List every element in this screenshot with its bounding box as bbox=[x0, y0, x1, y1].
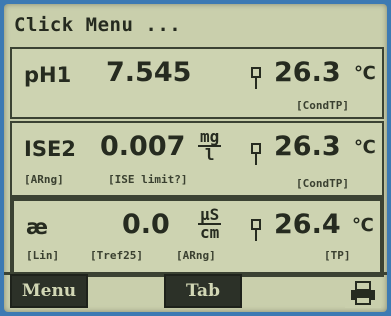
temperature-unit: ℃ bbox=[354, 137, 376, 158]
temperature-unit: ℃ bbox=[354, 63, 376, 84]
temperature-unit: ℃ bbox=[352, 215, 374, 236]
channel-panel-ise2[interactable]: ISE2 0.007 mg l 26.3 ℃ [ARng] [ISE limit… bbox=[10, 121, 384, 197]
menu-softkey[interactable]: Menu bbox=[10, 274, 88, 308]
temp-source-note: [CondTP] bbox=[296, 99, 349, 112]
print-softkey[interactable] bbox=[345, 278, 381, 308]
softkey-bar: Menu Tab bbox=[4, 270, 387, 312]
print-icon bbox=[351, 281, 375, 305]
channel-name: ISE2 bbox=[24, 137, 76, 161]
measurement-value: 0.0 bbox=[122, 209, 170, 240]
lcd-screen: Click Menu... pH1 7.545 26.3 ℃ [CondTP] … bbox=[4, 4, 387, 312]
temperature-value: 26.4 bbox=[274, 209, 341, 240]
channel-name: pH1 bbox=[24, 63, 72, 87]
temperature-probe-icon bbox=[251, 219, 261, 241]
temp-source-note: [TP] bbox=[324, 249, 351, 262]
channel-name: æ bbox=[26, 215, 49, 239]
channel-panel-ph1[interactable]: pH1 7.545 26.3 ℃ [CondTP] bbox=[10, 47, 384, 119]
temperature-probe-icon bbox=[251, 67, 261, 89]
tab-softkey[interactable]: Tab bbox=[164, 274, 242, 308]
measurement-value: 0.007 bbox=[100, 131, 186, 162]
unit-denominator: cm bbox=[200, 223, 220, 242]
linearity-note: [Lin] bbox=[26, 249, 60, 262]
measurement-unit: mg l bbox=[198, 129, 222, 164]
menu-hint: Click Menu bbox=[14, 14, 134, 36]
screen-title: Click Menu... bbox=[14, 14, 181, 36]
unit-denominator: l bbox=[204, 145, 215, 164]
channel-panel-conductivity[interactable]: æ 0.0 μS cm 26.4 ℃ [Lin] [Tref25] [ARng]… bbox=[10, 197, 384, 277]
temp-source-note: [CondTP] bbox=[296, 177, 349, 190]
measurement-value: 7.545 bbox=[106, 57, 192, 88]
title-dots: ... bbox=[145, 14, 182, 36]
temperature-probe-icon bbox=[251, 143, 261, 165]
range-note: [ARng] bbox=[24, 173, 64, 186]
measurement-unit: μS cm bbox=[198, 207, 222, 242]
limit-note: [ISE limit?] bbox=[108, 173, 188, 186]
temperature-value: 26.3 bbox=[274, 57, 341, 88]
range-note: [ARng] bbox=[176, 249, 216, 262]
tref-note: [Tref25] bbox=[90, 249, 143, 262]
temperature-value: 26.3 bbox=[274, 131, 341, 162]
